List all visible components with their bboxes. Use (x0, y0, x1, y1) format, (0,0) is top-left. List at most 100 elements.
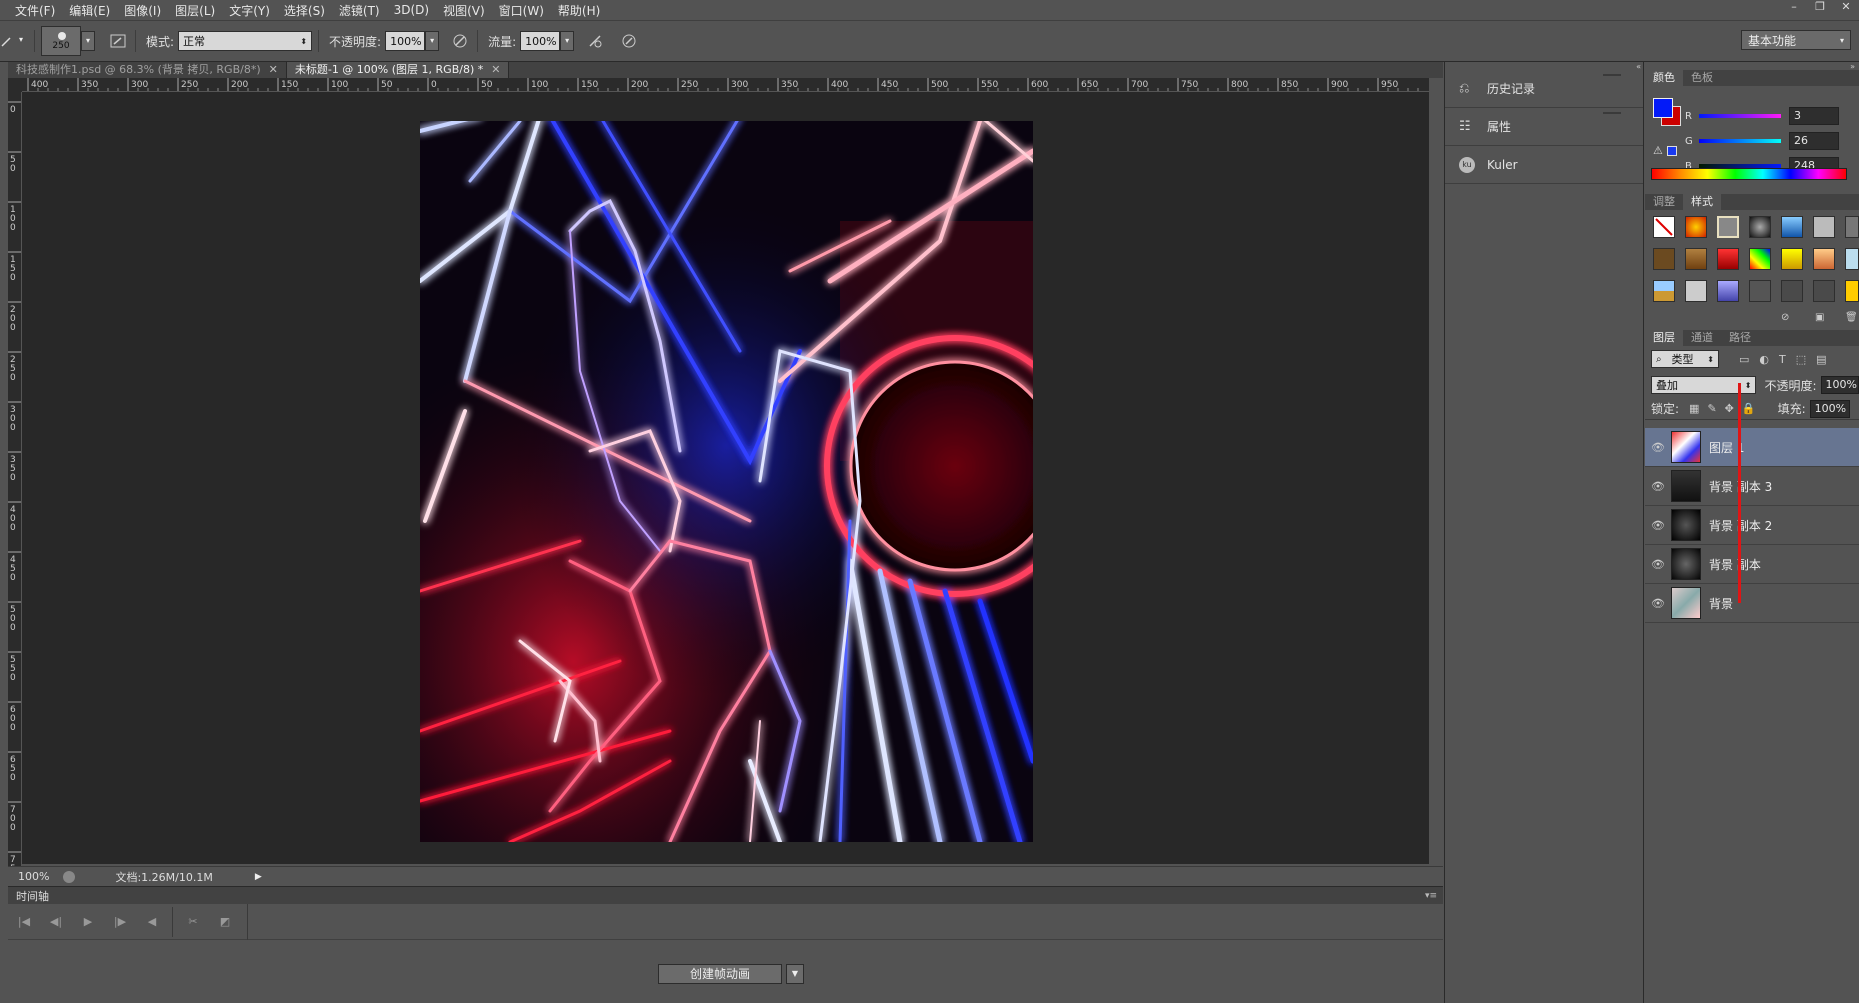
tab-document-1[interactable]: 科技感制作1.psd @ 68.3% (背景 拷贝, RGB/8*) ✕ (8, 62, 287, 78)
panel-kuler[interactable]: ku Kuler (1445, 146, 1643, 184)
style-swatch[interactable] (1813, 248, 1835, 270)
play-icon[interactable]: ▶ (72, 907, 104, 937)
minimize-button[interactable]: – (1781, 0, 1807, 16)
adjustment-filter-icon[interactable]: ◐ (1759, 353, 1769, 366)
pressure-size-icon[interactable] (618, 30, 640, 52)
previous-frame-icon[interactable]: ◀| (40, 907, 72, 937)
style-swatch[interactable] (1813, 216, 1835, 238)
eye-icon[interactable]: 👁 (1645, 558, 1671, 571)
menu-3d[interactable]: 3D(D) (387, 3, 436, 17)
tab-document-2[interactable]: 未标题-1 @ 100% (图层 1, RGB/8) * ✕ (286, 62, 510, 78)
menu-layer[interactable]: 图层(L) (168, 2, 222, 19)
layer-row[interactable]: 👁 背景 副本 (1645, 545, 1859, 584)
tab-channels[interactable]: 通道 (1683, 330, 1721, 346)
restore-button[interactable]: ❐ (1807, 0, 1833, 16)
brush-tool-icon[interactable] (0, 30, 14, 52)
style-swatch[interactable] (1845, 216, 1859, 238)
layer-row[interactable]: 👁 背景 (1645, 584, 1859, 623)
brush-preset-arrow[interactable]: ▾ (81, 31, 95, 51)
style-swatch[interactable] (1685, 280, 1707, 302)
close-icon[interactable]: ✕ (269, 62, 278, 78)
style-swatch[interactable] (1717, 248, 1739, 270)
menu-help[interactable]: 帮助(H) (551, 2, 607, 19)
next-frame-icon[interactable]: |▶ (104, 907, 136, 937)
audio-icon[interactable]: ◀ (136, 907, 168, 937)
horizontal-ruler[interactable]: 400 350 300 250 200 150 100 50 0 50 100 150 200 250 30… (22, 78, 1429, 92)
collapse-icon[interactable]: « (1445, 62, 1643, 71)
style-swatch[interactable] (1813, 280, 1835, 302)
lock-transparency-icon[interactable]: ▦ (1689, 402, 1699, 415)
brush-preset-picker[interactable]: 250 (41, 26, 81, 56)
layer-thumbnail[interactable] (1671, 587, 1701, 619)
style-swatch[interactable] (1781, 248, 1803, 270)
style-swatch[interactable] (1717, 216, 1739, 238)
websafe-color-swatch[interactable] (1667, 146, 1677, 156)
style-swatch[interactable] (1653, 248, 1675, 270)
close-button[interactable]: ✕ (1833, 0, 1859, 16)
shape-filter-icon[interactable]: ⬚ (1796, 353, 1806, 366)
panel-properties[interactable]: ☷ 属性 (1445, 108, 1643, 146)
style-swatch[interactable] (1781, 216, 1803, 238)
mode-dropdown[interactable]: 正常 ⬍ (178, 31, 313, 51)
eye-icon[interactable]: 👁 (1645, 519, 1671, 532)
eye-icon[interactable]: 👁 (1645, 597, 1671, 610)
layer-row[interactable]: 👁 图层 1 (1645, 428, 1859, 467)
smart-object-filter-icon[interactable]: ▤ (1816, 353, 1826, 366)
layer-row[interactable]: 👁 背景 副本 2 (1645, 506, 1859, 545)
layer-thumbnail[interactable] (1671, 548, 1701, 580)
status-icon[interactable] (63, 870, 76, 883)
create-frame-animation-button[interactable]: 创建帧动画 (658, 964, 782, 984)
eye-icon[interactable]: 👁 (1645, 441, 1671, 454)
tab-adjustments[interactable]: 调整 (1645, 194, 1683, 210)
menu-type[interactable]: 文字(Y) (222, 2, 277, 19)
menu-filter[interactable]: 滤镜(T) (332, 2, 387, 19)
tab-color[interactable]: 颜色 (1645, 70, 1683, 86)
style-swatch[interactable] (1749, 248, 1771, 270)
style-swatch[interactable] (1749, 216, 1771, 238)
layer-name[interactable]: 背景 副本 (1709, 556, 1761, 573)
new-style-icon[interactable]: ▣ (1815, 312, 1824, 323)
type-filter-icon[interactable]: T (1779, 353, 1786, 366)
first-frame-icon[interactable]: |◀ (8, 907, 40, 937)
menu-image[interactable]: 图像(I) (117, 2, 168, 19)
airbrush-icon[interactable] (584, 30, 606, 52)
clear-style-icon[interactable]: ⊘ (1781, 312, 1789, 323)
menu-edit[interactable]: 编辑(E) (62, 2, 117, 19)
document-canvas-image[interactable] (420, 121, 1033, 842)
fill-input[interactable]: 100% (1809, 399, 1850, 418)
flow-slider-arrow[interactable]: ▾ (560, 31, 575, 51)
red-slider[interactable] (1699, 114, 1781, 118)
green-value-input[interactable]: 26 (1789, 132, 1839, 150)
tab-paths[interactable]: 路径 (1721, 330, 1759, 346)
style-swatch[interactable] (1685, 216, 1707, 238)
layer-row[interactable]: 👁 背景 副本 3 (1645, 467, 1859, 506)
menu-select[interactable]: 选择(S) (277, 2, 332, 19)
tab-layers[interactable]: 图层 (1645, 330, 1683, 346)
style-swatch[interactable] (1845, 280, 1859, 302)
color-spectrum-bar[interactable] (1651, 168, 1847, 180)
status-menu-arrow-icon[interactable]: ▶ (255, 872, 262, 882)
menu-file[interactable]: 文件(F) (8, 2, 62, 19)
close-icon[interactable]: ✕ (491, 62, 500, 78)
style-swatch[interactable] (1845, 248, 1859, 270)
pressure-opacity-icon[interactable] (449, 30, 471, 52)
zoom-level[interactable]: 100% (18, 870, 49, 883)
delete-style-icon[interactable]: 🗑 (1845, 312, 1858, 323)
lock-position-icon[interactable]: ✥ (1725, 402, 1734, 415)
layer-name[interactable]: 背景 (1709, 595, 1733, 612)
layer-thumbnail[interactable] (1671, 470, 1701, 502)
panel-history[interactable]: ⎌ 历史记录 (1445, 70, 1643, 108)
menu-window[interactable]: 窗口(W) (492, 2, 551, 19)
gamut-warning-icon[interactable]: ⚠ (1653, 144, 1663, 157)
layer-thumbnail[interactable] (1671, 431, 1701, 463)
pixel-filter-icon[interactable]: ▭ (1739, 353, 1749, 366)
eye-icon[interactable]: 👁 (1645, 480, 1671, 493)
style-swatch-none[interactable] (1653, 216, 1675, 238)
layer-opacity-input[interactable]: 100% (1820, 376, 1859, 394)
transition-icon[interactable]: ◩ (209, 907, 241, 937)
opacity-field[interactable]: 100% (385, 31, 426, 51)
panel-menu-icon[interactable]: ▾≡ (1425, 891, 1437, 901)
menu-view[interactable]: 视图(V) (436, 2, 492, 19)
opacity-slider-arrow[interactable]: ▾ (425, 31, 440, 51)
style-swatch[interactable] (1749, 280, 1771, 302)
